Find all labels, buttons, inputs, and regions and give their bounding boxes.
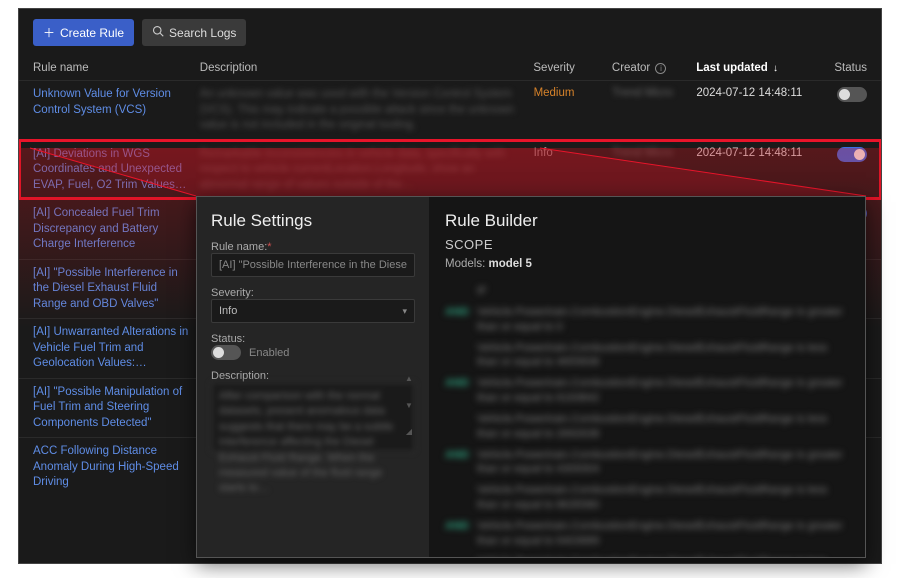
rule-name-link[interactable]: [AI] "Possible Interference in the Diese… [33,266,200,313]
rule-builder-title: Rule Builder [445,211,849,231]
rule-name-link[interactable]: [AI] "Possible Manipulation of Fuel Trim… [33,385,200,432]
search-logs-button[interactable]: Search Logs [142,19,246,46]
builder-condition-row[interactable]: Vehicle.Powertrain.CombustionEngine.Dies… [445,555,849,557]
search-icon [152,25,164,40]
condition-text: IF [477,284,849,299]
col-header-creator-text: Creator [612,62,650,74]
col-header-severity[interactable]: Severity [533,62,612,74]
rule-description: Remarkable inconsistencies in vehicle da… [200,147,534,194]
rule-settings-pane: Rule Settings Rule name:* Severity: Info… [197,197,429,557]
rule-name-input[interactable] [211,253,415,277]
plus-icon: ＋ [43,24,55,41]
description-label: Description: [211,370,415,382]
scroll-down-icon[interactable]: ▼ [405,401,413,410]
builder-condition-row[interactable]: IF [445,284,849,299]
logic-tag: AND [445,448,469,463]
col-header-name[interactable]: Rule name [33,62,200,74]
condition-text: Vehicle.Powertrain.CombustionEngine.Dies… [477,519,849,549]
rule-name-link[interactable]: [AI] Concealed Fuel Trim Discrepancy and… [33,206,200,253]
builder-condition-row[interactable]: Vehicle.Powertrain.CombustionEngine.Dies… [445,412,849,442]
sort-desc-icon: ↓ [773,63,778,74]
col-header-status[interactable]: Status [818,62,867,74]
col-header-desc[interactable]: Description [200,62,534,74]
col-header-creator[interactable]: Creator i [612,62,696,74]
severity-select[interactable]: Info ▾ [211,299,415,323]
rule-name-label: Rule name:* [211,241,415,253]
row-status-toggle[interactable] [837,147,867,162]
condition-text: Vehicle.Powertrain.CombustionEngine.Dies… [477,341,849,371]
logic-tag: AND [445,519,469,534]
status-cell [818,87,867,102]
rule-name-label-text: Rule name: [211,241,267,253]
condition-text: Vehicle.Powertrain.CombustionEngine.Dies… [477,376,849,406]
models-value: model 5 [488,258,531,270]
rule-name-link[interactable]: [AI] Unwarranted Alterations in Vehicle … [33,325,200,372]
info-icon[interactable]: i [655,63,666,74]
condition-text: Vehicle.Powertrain.CombustionEngine.Dies… [477,555,849,557]
rule-description: An unknown value was used with the Versi… [200,87,534,134]
updated-value: 2024-07-12 14:48:11 [696,87,818,99]
rule-builder-pane: Rule Builder SCOPE Models: model 5 IF AND… [429,197,865,557]
row-status-toggle[interactable] [837,87,867,102]
condition-text: Vehicle.Powertrain.CombustionEngine.Dies… [477,448,849,478]
toolbar: ＋ Create Rule Search Logs [19,9,881,52]
col-header-updated[interactable]: Last updated ↓ [696,62,818,74]
rule-name-link[interactable]: Unknown Value for Version Control System… [33,87,200,118]
models-label: Models: [445,258,485,270]
severity-value: Info [534,147,612,159]
builder-condition-row[interactable]: AND Vehicle.Powertrain.CombustionEngine.D… [445,376,849,406]
builder-condition-row[interactable]: AND Vehicle.Powertrain.CombustionEngine.D… [445,519,849,549]
severity-label: Severity: [211,287,415,299]
builder-condition-row[interactable]: Vehicle.Powertrain.CombustionEngine.Dies… [445,483,849,513]
search-logs-label: Search Logs [169,26,236,40]
textarea-scrollbar[interactable]: ▲ ▼ ◢ [405,374,413,436]
table-row[interactable]: [AI] Deviations in WGS Coordinates and U… [19,140,881,200]
builder-condition-row[interactable]: AND Vehicle.Powertrain.CombustionEngine.D… [445,305,849,335]
chevron-down-icon: ▾ [402,306,407,317]
scope-label: SCOPE [445,237,849,252]
creator-value: Trend Micro [612,87,696,99]
status-enabled-text: Enabled [249,347,289,359]
col-header-updated-text: Last updated [696,62,768,74]
severity-value: Info [219,305,237,317]
rule-name-link[interactable]: [AI] Deviations in WGS Coordinates and U… [33,147,200,194]
rule-settings-title: Rule Settings [211,211,415,231]
creator-value: Trend Micro [612,147,696,159]
logic-tag: AND [445,305,469,320]
table-row[interactable]: Unknown Value for Version Control System… [19,80,881,140]
builder-conditions: IF AND Vehicle.Powertrain.CombustionEngine… [445,284,849,557]
builder-condition-row[interactable]: Vehicle.Powertrain.CombustionEngine.Dies… [445,341,849,371]
updated-value: 2024-07-12 14:48:11 [696,147,818,159]
models-line: Models: model 5 [445,258,849,270]
create-rule-label: Create Rule [60,26,124,40]
rule-detail-panel: Rule Settings Rule name:* Severity: Info… [196,196,866,558]
logic-tag: AND [445,376,469,391]
description-textarea[interactable]: After comparison with the normal dataset… [211,382,415,452]
resize-handle-icon[interactable]: ◢ [406,427,412,436]
condition-text: Vehicle.Powertrain.CombustionEngine.Dies… [477,483,849,513]
condition-text: Vehicle.Powertrain.CombustionEngine.Dies… [477,305,849,335]
severity-value: Medium [534,87,612,99]
status-cell [818,147,867,162]
condition-text: Vehicle.Powertrain.CombustionEngine.Dies… [477,412,849,442]
builder-condition-row[interactable]: AND Vehicle.Powertrain.CombustionEngine.D… [445,448,849,478]
table-header: Rule name Description Severity Creator i… [19,52,881,80]
status-label: Status: [211,333,415,345]
status-toggle[interactable] [211,345,241,360]
rule-name-link[interactable]: ACC Following Distance Anomaly During Hi… [33,444,200,491]
create-rule-button[interactable]: ＋ Create Rule [33,19,134,46]
scroll-up-icon[interactable]: ▲ [405,374,413,383]
